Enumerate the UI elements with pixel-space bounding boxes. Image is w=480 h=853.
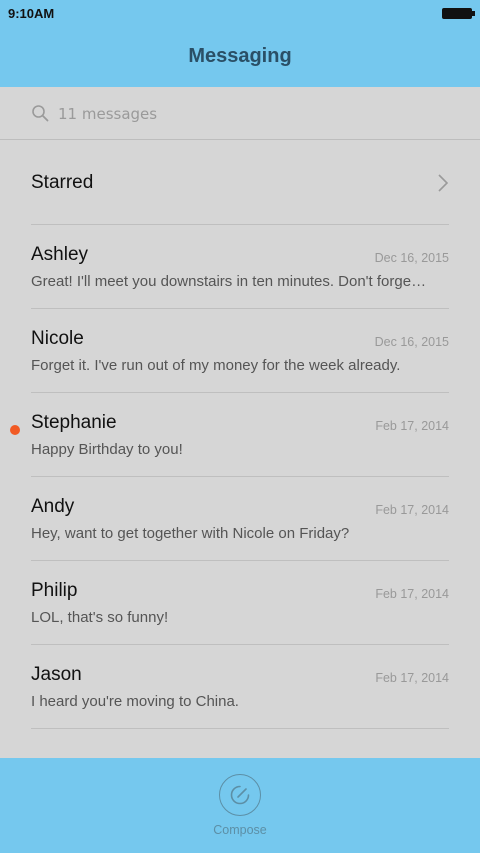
bottom-bar: Compose xyxy=(0,758,480,853)
message-date: Feb 17, 2014 xyxy=(375,503,449,517)
conversation-row[interactable]: Ashley Dec 16, 2015 Great! I'll meet you d… xyxy=(0,225,480,309)
unread-dot-icon xyxy=(10,425,20,435)
message-date: Dec 16, 2015 xyxy=(374,335,449,349)
compose-icon xyxy=(230,785,250,805)
search-icon xyxy=(32,105,49,122)
top-bar: 9:10AM Messaging xyxy=(0,0,480,87)
contact-name: Ashley xyxy=(31,244,89,265)
conversation-list: Ashley Dec 16, 2015 Great! I'll meet you d… xyxy=(0,225,480,729)
message-preview: Great! I'll meet you downstairs in ten m… xyxy=(31,273,427,290)
search-bar[interactable]: 11 messages xyxy=(0,87,480,140)
page-title: Messaging xyxy=(188,45,292,67)
starred-item[interactable]: Starred xyxy=(0,141,480,225)
chevron-right-icon xyxy=(438,174,449,192)
battery-icon xyxy=(442,8,475,19)
conversation-row[interactable]: Stephanie Feb 17, 2014 Happy Birthday to y… xyxy=(0,393,480,477)
message-date: Feb 17, 2014 xyxy=(375,587,449,601)
starred-label: Starred xyxy=(31,172,94,193)
conversation-row[interactable]: Philip Feb 17, 2014 LOL, that's so funny! xyxy=(0,561,480,645)
conversation-row[interactable]: Andy Feb 17, 2014 Hey, want to get togethe… xyxy=(0,477,480,561)
contact-name: Stephanie xyxy=(31,412,117,433)
message-preview: Forget it. I've run out of my money for … xyxy=(31,357,401,374)
message-date: Feb 17, 2014 xyxy=(375,671,449,685)
contact-name: Philip xyxy=(31,580,78,601)
message-preview: I heard you're moving to China. xyxy=(31,693,239,710)
message-date: Feb 17, 2014 xyxy=(375,419,449,433)
contact-name: Jason xyxy=(31,664,82,685)
compose-button[interactable] xyxy=(219,774,261,816)
message-preview: LOL, that's so funny! xyxy=(31,609,169,626)
conversation-row[interactable]: Jason Feb 17, 2014 I heard you're moving t… xyxy=(0,645,480,729)
message-preview: Happy Birthday to you! xyxy=(31,441,183,458)
compose-label: Compose xyxy=(213,823,267,837)
status-bar: 9:10AM xyxy=(0,0,480,26)
status-time: 9:10AM xyxy=(8,6,55,21)
contact-name: Andy xyxy=(31,496,75,517)
contact-name: Nicole xyxy=(31,328,84,349)
message-date: Dec 16, 2015 xyxy=(374,251,449,265)
search-input[interactable]: 11 messages xyxy=(58,105,157,123)
message-preview: Hey, want to get together with Nicole on… xyxy=(31,525,350,542)
conversation-row[interactable]: Nicole Dec 16, 2015 Forget it. I've run ou… xyxy=(0,309,480,393)
divider xyxy=(31,728,449,729)
